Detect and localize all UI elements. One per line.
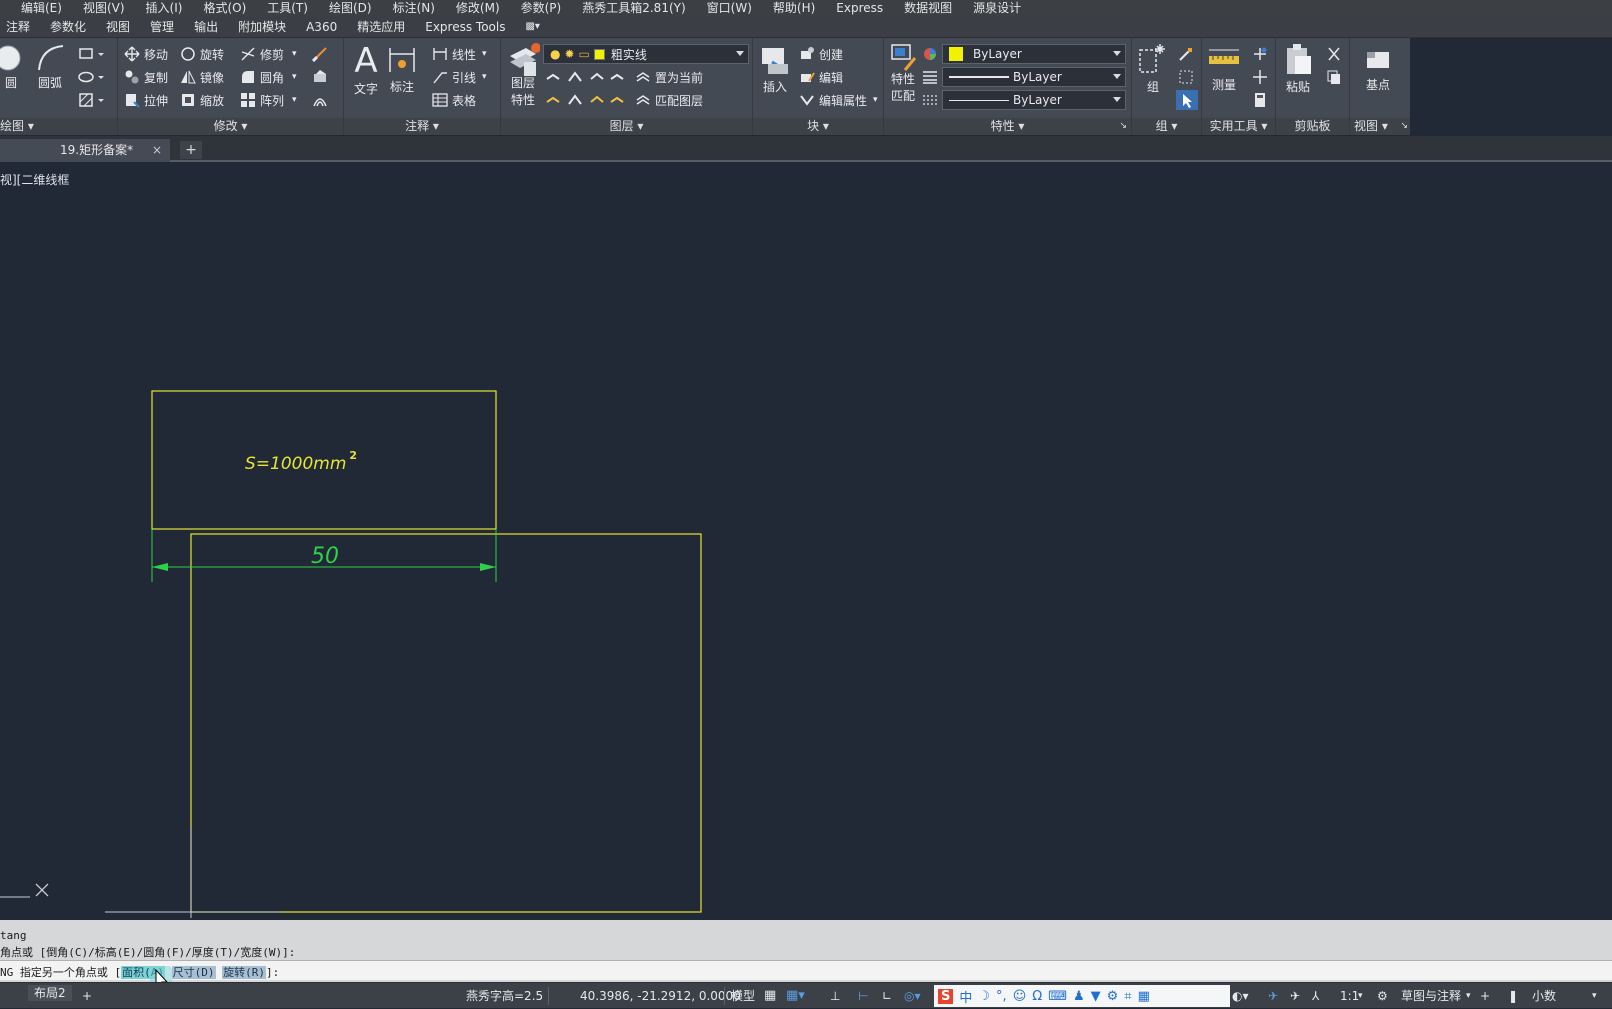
text-height-readout: 燕秀字高=2.5 — [466, 989, 544, 1003]
workspace-gear-icon[interactable]: ⚙ — [1377, 983, 1388, 1009]
ime-tool-icon[interactable]: ⚙ — [1107, 989, 1119, 1004]
large-rectangle[interactable] — [190, 533, 702, 913]
ortho-icon[interactable]: ⊢ — [858, 983, 868, 1009]
add-layout-button[interactable]: + — [82, 983, 92, 1009]
ime-toolbar: S 中 ☽ °, ☺ Ω ⌨ ♟ ▼ ⚙ ⌗ ▦ — [934, 985, 1230, 1007]
command-history-1: tang — [0, 929, 27, 942]
dimension-arrow-left — [152, 563, 168, 571]
shirt-icon[interactable]: ▼ — [1091, 989, 1101, 1004]
layout-tab[interactable]: 布局2 — [28, 985, 72, 1001]
option-size[interactable]: 尺寸(D) — [171, 966, 216, 979]
command-prompt: NG 指定另一个角点或 [ — [0, 966, 122, 979]
scale-chevron-icon[interactable]: ▾ — [1358, 983, 1363, 1009]
auto-scale-icon[interactable]: ✈ — [1290, 983, 1300, 1009]
workspace-chevron-icon[interactable]: ▾ — [1466, 983, 1471, 1009]
keyboard-icon[interactable]: ⌨ — [1048, 989, 1067, 1004]
crop-icon[interactable]: ⌗ — [1124, 989, 1131, 1004]
snap-icon[interactable]: ▦▾ — [786, 983, 805, 1009]
osnap-icon[interactable]: ◎▾ — [904, 983, 921, 1009]
ime-symbol-icon[interactable]: Ω — [1032, 989, 1042, 1004]
isolate-icon[interactable]: ❚ — [1508, 983, 1518, 1009]
sogou-icon[interactable]: S — [938, 988, 954, 1004]
command-history-2: 角点或 [倒角(C)/标高(E)/圆角(F)/厚度(T)/宽度(W)]: — [0, 946, 296, 959]
drawing-geometry: 50 S=1000mm 2 — [0, 390, 702, 918]
ime-chinese-icon[interactable]: 中 — [959, 987, 972, 1006]
workspace-switch[interactable]: 草图与注释 — [1401, 983, 1461, 1009]
annotation-scale-value[interactable]: 1:1 — [1340, 983, 1359, 1009]
polar-icon[interactable]: ∟ — [882, 983, 892, 1009]
option-rotate[interactable]: 旋转(R) — [222, 966, 266, 979]
apps-icon[interactable]: ▦ — [1138, 989, 1150, 1004]
moon-icon[interactable]: ☽ — [978, 989, 990, 1004]
punctuation-icon[interactable]: °, — [996, 989, 1007, 1004]
infer-constraints-icon[interactable]: ⊥ — [830, 983, 840, 1009]
units-dropdown[interactable]: 小数 — [1532, 983, 1556, 1009]
dimension-arrow-right — [480, 563, 496, 571]
annotation-scale-icon[interactable]: ⅄ — [1312, 983, 1319, 1009]
annotation-visibility-icon[interactable]: ✈ — [1268, 983, 1278, 1009]
emoji-icon[interactable]: ☺ — [1013, 989, 1027, 1004]
ucs-close-icon[interactable] — [35, 883, 49, 897]
user-icon[interactable]: ♟ — [1073, 989, 1085, 1004]
command-prompt-end: ]: — [266, 966, 280, 979]
model-space-button[interactable]: 模型 — [731, 983, 755, 1009]
grid-icon[interactable]: ▦ — [764, 983, 776, 1009]
annotation-monitor-icon[interactable]: + — [1480, 983, 1490, 1009]
command-line: tang 角点或 [倒角(C)/标高(E)/圆角(F)/厚度(T)/宽度(W)]… — [0, 920, 1612, 982]
area-text[interactable]: S=1000mm 2 — [245, 449, 357, 474]
status-bar: 布局2 + 燕秀字高=2.5 40.3986, -21.2912, 0.0000… — [0, 982, 1612, 1008]
dimension-text[interactable]: 50 — [311, 544, 339, 569]
command-input[interactable]: NG 指定另一个角点或 [面积(A) 尺寸(D) 旋转(R)]: — [0, 960, 1612, 980]
selection-cycling-icon[interactable]: ◐▾ — [1232, 983, 1249, 1009]
coordinates-readout[interactable]: 40.3986, -21.2912, 0.0000 — [580, 983, 741, 1009]
units-chevron-icon[interactable]: ▾ — [1592, 983, 1597, 1009]
